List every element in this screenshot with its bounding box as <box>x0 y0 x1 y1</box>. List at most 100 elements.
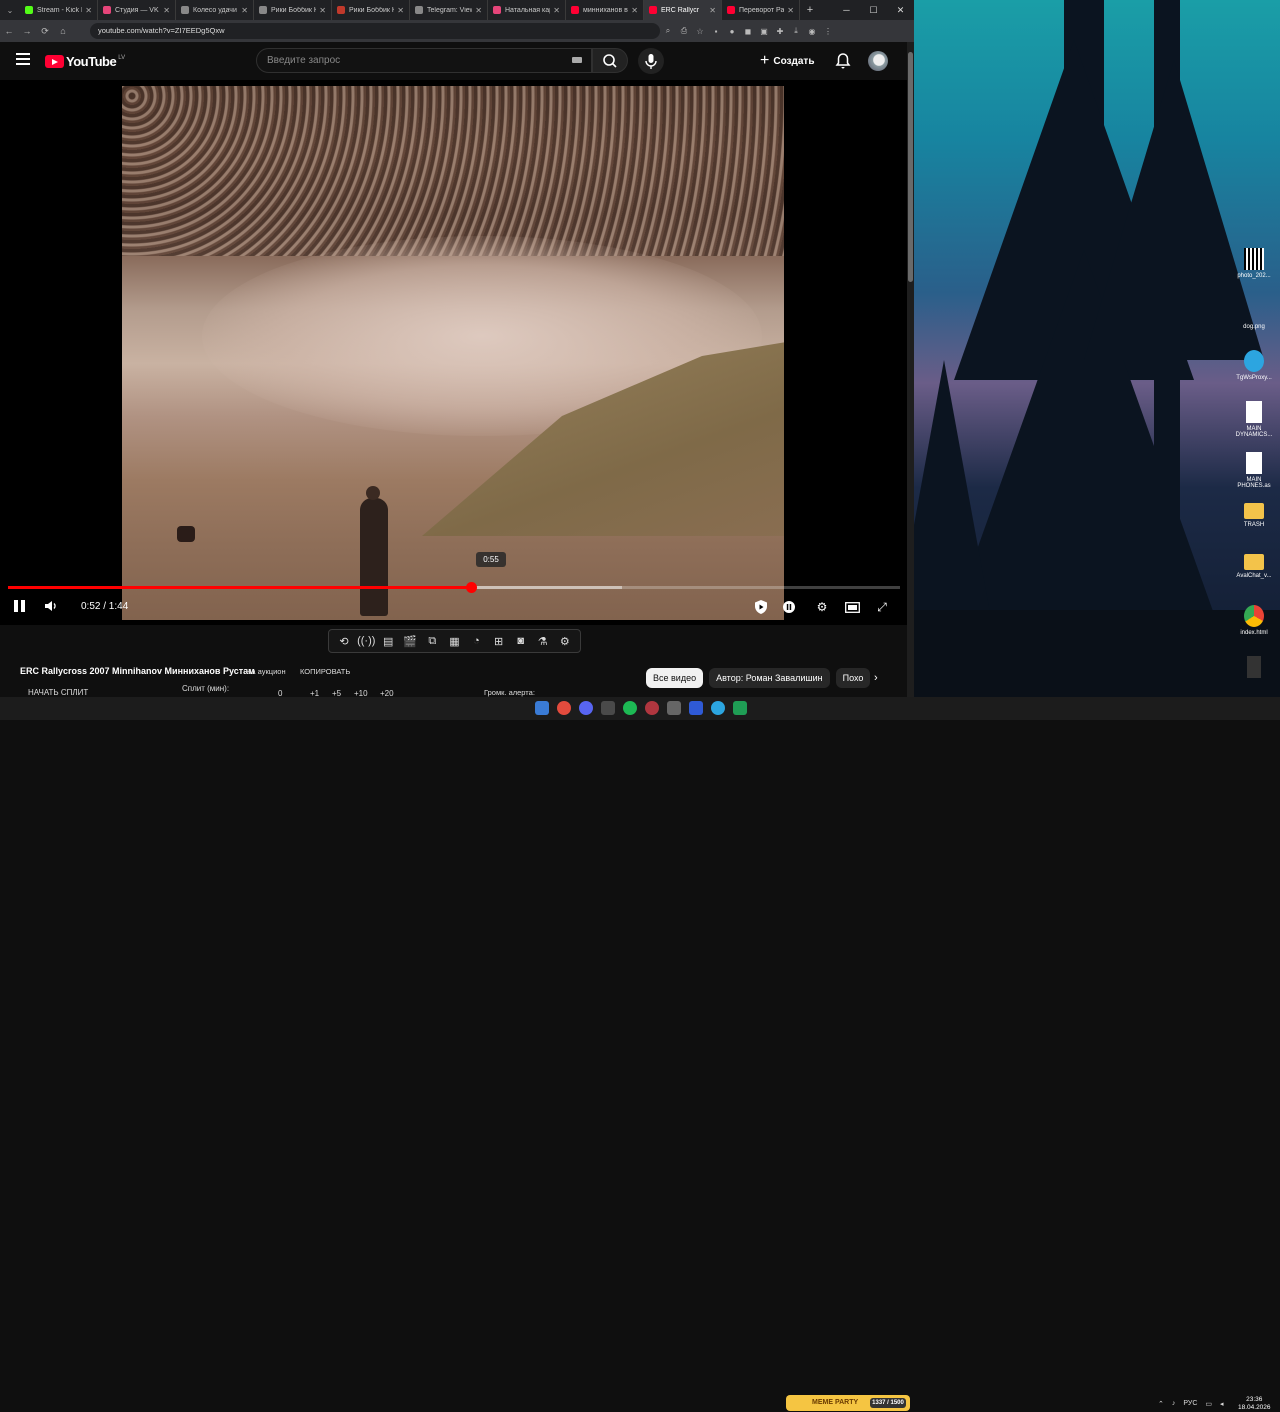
clapper-icon[interactable]: 🎬 <box>401 635 419 648</box>
browser-tab[interactable]: Переворот Ра ✕ <box>722 0 800 20</box>
screenshot-camera-icon[interactable]: ◙ <box>512 635 530 647</box>
tab-close-icon[interactable]: ✕ <box>709 6 716 15</box>
start-split-button[interactable]: НАЧАТЬ СПЛИТ <box>28 688 88 697</box>
browser-tab[interactable]: ERC Rallycr ✕ <box>644 0 722 20</box>
chevron-right-icon[interactable]: › <box>874 672 878 684</box>
chip-author[interactable]: Автор: Роман Завалишин <box>709 668 830 688</box>
mini-player-icon[interactable]: ▤ <box>379 635 397 648</box>
browser-tab[interactable]: Рики Боббик К ✕ <box>332 0 410 20</box>
telegram-taskbar-icon[interactable] <box>711 701 725 715</box>
start-windows-icon[interactable] <box>535 701 549 715</box>
split-add-5-button[interactable]: +5 <box>332 689 341 697</box>
pause-icon[interactable] <box>14 600 26 612</box>
browser-tab[interactable]: минниханов ва ✕ <box>566 0 644 20</box>
extension-icon[interactable]: ◼ <box>740 27 756 36</box>
settings-gear-icon[interactable]: ⚙ <box>813 598 831 616</box>
browser-tab[interactable]: Stream - Kick D ✕ <box>20 0 98 20</box>
notifications-bell-icon[interactable] <box>835 52 851 75</box>
download-icon[interactable]: ⤓ <box>788 26 804 36</box>
keyboard-icon[interactable] <box>572 57 582 63</box>
extension-icon[interactable]: ▪ <box>708 27 724 36</box>
tab-close-icon[interactable]: ✕ <box>241 6 248 15</box>
app-taskbar-icon[interactable] <box>601 701 615 715</box>
desktop-icon[interactable]: AvalChat_v... <box>1230 554 1278 579</box>
install-icon[interactable]: ⎙ <box>676 26 692 36</box>
add-video-icon[interactable]: ⊞ <box>490 635 508 648</box>
url-field[interactable]: youtube.com/watch?v=ZI7EEDg5Qxw <box>90 23 660 39</box>
video-frame[interactable] <box>122 86 784 620</box>
language-indicator[interactable]: РУС <box>1183 1400 1197 1408</box>
youtube-logo[interactable]: YouTube LV <box>45 54 125 69</box>
browser-tab[interactable]: Колесо удачи | ✕ <box>176 0 254 20</box>
tab-close-icon[interactable]: ✕ <box>163 6 170 15</box>
network-icon[interactable]: ▭ <box>1205 1400 1212 1408</box>
tab-close-icon[interactable]: ✕ <box>787 6 794 15</box>
app-taskbar-icon[interactable] <box>645 701 659 715</box>
speed-gauge-icon[interactable]: ◔ <box>468 635 486 647</box>
chip-all-videos[interactable]: Все видео <box>646 668 704 688</box>
desktop-icon[interactable]: dog.png <box>1230 299 1278 330</box>
volume-tray-icon[interactable]: ◂ <box>1220 1400 1224 1408</box>
desktop-icon[interactable]: photo_202... <box>1230 248 1278 279</box>
account-avatar[interactable] <box>868 51 888 71</box>
browser-tab[interactable]: Telegram: View ✕ <box>410 0 488 20</box>
auction-button[interactable]: На аукцион <box>246 667 286 676</box>
maximize-icon[interactable]: ☐ <box>860 0 887 20</box>
back-icon[interactable]: ← <box>0 26 18 36</box>
chip-similar[interactable]: Похо <box>835 668 871 688</box>
tab-search-icon[interactable]: ⌄ <box>0 0 20 20</box>
menu-icon[interactable]: ⋮ <box>820 27 836 36</box>
clock[interactable]: 23:36 18.04.2026 <box>1238 1396 1271 1412</box>
minimize-icon[interactable]: ─ <box>833 0 860 20</box>
tab-close-icon[interactable]: ✕ <box>319 6 326 15</box>
reload-icon[interactable]: ⟳ <box>36 26 54 37</box>
desktop-icon[interactable] <box>1230 656 1278 681</box>
tray-chevron-icon[interactable]: ⌃ <box>1158 1400 1164 1408</box>
enhancer-settings-icon[interactable]: ⚙ <box>556 635 574 648</box>
sponsorblock-icon[interactable] <box>752 598 770 616</box>
tab-close-icon[interactable]: ✕ <box>553 6 560 15</box>
tab-close-icon[interactable]: ✕ <box>631 6 638 15</box>
picture-in-picture-icon[interactable]: ⧉ <box>423 635 441 648</box>
split-value[interactable]: 0 <box>278 689 282 697</box>
desktop-icon[interactable]: MAIN DYNAMICS... <box>1230 401 1278 438</box>
film-icon[interactable]: ▦ <box>445 635 463 648</box>
spotify-taskbar-icon[interactable] <box>623 701 637 715</box>
extension-icon[interactable]: ▣ <box>756 27 772 36</box>
tab-close-icon[interactable]: ✕ <box>475 6 482 15</box>
desktop-icon[interactable]: TRASH <box>1230 503 1278 528</box>
browser-tab[interactable]: Рики Боббик К ✕ <box>254 0 332 20</box>
browser-tab[interactable]: Натальная кар ✕ <box>488 0 566 20</box>
create-button[interactable]: + Создать <box>760 51 814 71</box>
progress-scrubber[interactable] <box>465 582 477 593</box>
profile-icon[interactable]: ◉ <box>804 27 820 36</box>
app-taskbar-icon[interactable] <box>733 701 747 715</box>
app-taskbar-icon[interactable] <box>667 701 681 715</box>
desktop-icon[interactable]: MAIN PHONES.as <box>1230 452 1278 489</box>
chrome-taskbar-icon[interactable] <box>557 701 571 715</box>
search-input[interactable]: Введите запрос <box>256 48 592 73</box>
menu-hamburger-icon[interactable] <box>16 53 30 65</box>
desktop-icon[interactable]: TgWsProxy... <box>1230 350 1278 381</box>
split-add-10-button[interactable]: +10 <box>354 689 368 697</box>
page-scrollbar[interactable] <box>907 42 914 697</box>
search-button[interactable] <box>592 48 628 73</box>
extension-icon[interactable]: ● <box>724 27 740 36</box>
split-add-1-button[interactable]: +1 <box>310 689 319 697</box>
extensions-puzzle-icon[interactable]: ✚ <box>772 27 788 36</box>
tab-close-icon[interactable]: ✕ <box>397 6 404 15</box>
volume-icon[interactable] <box>44 599 58 616</box>
loop-icon[interactable]: ⟲ <box>335 635 353 648</box>
new-tab-button[interactable]: + <box>800 4 820 16</box>
progress-bar[interactable] <box>8 582 900 593</box>
tab-close-icon[interactable]: ✕ <box>85 6 92 15</box>
voice-search-button[interactable] <box>638 48 664 74</box>
broadcast-icon[interactable]: ((·)) <box>357 635 375 647</box>
home-icon[interactable]: ⌂ <box>54 26 72 36</box>
video-player[interactable]: 0:55 0:52 / 1:44 ⚙ ⤢ <box>0 80 908 625</box>
close-window-icon[interactable]: ✕ <box>887 0 914 20</box>
autoplay-toggle[interactable] <box>780 598 798 616</box>
zoom-icon[interactable]: ⌕ <box>660 26 676 36</box>
forward-icon[interactable]: → <box>18 26 36 36</box>
app-taskbar-icon[interactable] <box>689 701 703 715</box>
